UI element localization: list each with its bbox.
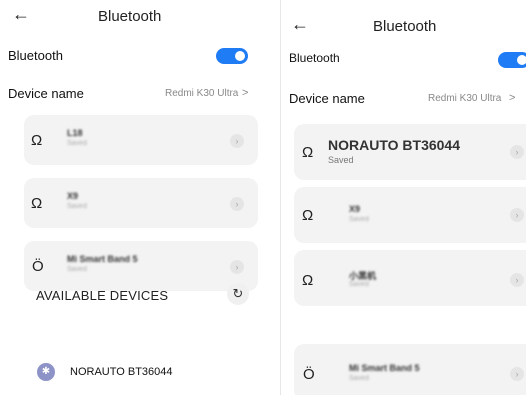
saved-device-card[interactable]: Ω X9 Saved › — [294, 187, 526, 243]
right-screenshot: ← Bluetooth Bluetooth Device name Redmi … — [280, 0, 526, 395]
page-title: Bluetooth — [98, 8, 162, 25]
device-name: Mi Smart Band 5 — [349, 363, 420, 373]
back-arrow-icon[interactable]: ← — [12, 4, 30, 25]
device-details-chevron-icon[interactable]: › — [510, 367, 524, 381]
bluetooth-label: Bluetooth — [289, 51, 340, 65]
device-status: Saved — [328, 155, 354, 165]
device-name-row[interactable]: Device name Redmi K30 Ultra > — [281, 91, 526, 119]
device-status: Saved — [349, 281, 369, 288]
top-bar: ← Bluetooth — [0, 0, 265, 34]
device-status: Saved — [349, 216, 369, 223]
top-bar: ← Bluetooth — [281, 0, 526, 35]
device-name: Mi Smart Band 5 — [67, 254, 138, 264]
back-arrow-icon[interactable]: ← — [291, 14, 309, 35]
device-status: Saved — [67, 266, 87, 273]
available-device-name: NORAUTO BT36044 — [70, 366, 173, 378]
watch-icon: Ö — [32, 258, 44, 275]
bluetooth-toggle-row[interactable]: Bluetooth — [281, 51, 526, 79]
device-name: X9 — [349, 204, 361, 214]
device-name: L18 — [67, 128, 83, 138]
device-details-chevron-icon[interactable]: › — [230, 197, 244, 211]
headphones-icon: Ω — [302, 207, 314, 224]
chevron-right-icon: > — [242, 87, 249, 99]
bluetooth-toggle[interactable] — [498, 52, 526, 68]
device-name-label: Device name — [8, 86, 84, 101]
chevron-right-icon: > — [509, 92, 516, 104]
device-name-value: Redmi K30 Ultra — [165, 88, 239, 99]
saved-device-card[interactable]: Ω NORAUTO BT36044 Saved › — [294, 124, 526, 180]
device-name-row[interactable]: Device name Redmi K30 Ultra > — [0, 86, 265, 114]
left-screenshot: ← Bluetooth Bluetooth Device name Redmi … — [0, 0, 265, 395]
device-status: Saved — [67, 140, 87, 147]
device-details-chevron-icon[interactable]: › — [230, 260, 244, 274]
bluetooth-toggle[interactable] — [216, 48, 248, 64]
device-status: Saved — [67, 203, 87, 210]
headphones-icon: Ω — [302, 144, 314, 161]
device-details-chevron-icon[interactable]: › — [510, 208, 524, 222]
headphones-icon: Ω — [302, 272, 314, 289]
device-status: Saved — [349, 375, 369, 382]
page-title: Bluetooth — [373, 18, 437, 35]
saved-device-card[interactable]: Ω X9 Saved › — [24, 178, 258, 228]
device-name: X9 — [67, 191, 79, 201]
headphones-icon: Ω — [31, 132, 43, 149]
available-devices-heading: AVAILABLE DEVICES — [36, 288, 169, 303]
bluetooth-label: Bluetooth — [8, 48, 63, 63]
watch-icon: Ö — [303, 366, 315, 383]
saved-device-card[interactable]: Ω 小黑机 Saved › — [294, 250, 526, 306]
device-name-label: Device name — [289, 91, 365, 106]
device-details-chevron-icon[interactable]: › — [510, 145, 524, 159]
headphones-icon: Ω — [31, 195, 43, 212]
bluetooth-icon: ✱ — [37, 363, 55, 381]
device-details-chevron-icon[interactable]: › — [230, 134, 244, 148]
saved-device-card[interactable]: Ω L18 Saved › — [24, 115, 258, 165]
device-name: NORAUTO BT36044 — [328, 137, 461, 153]
device-name-value: Redmi K30 Ultra — [428, 93, 502, 104]
refresh-icon[interactable]: ↻ — [227, 283, 249, 305]
bluetooth-toggle-row[interactable]: Bluetooth — [0, 48, 265, 76]
device-details-chevron-icon[interactable]: › — [510, 273, 524, 287]
saved-device-card[interactable]: Ö Mi Smart Band 5 Saved › — [24, 241, 258, 291]
saved-device-card[interactable]: Ö Mi Smart Band 5 Saved › — [294, 344, 526, 395]
